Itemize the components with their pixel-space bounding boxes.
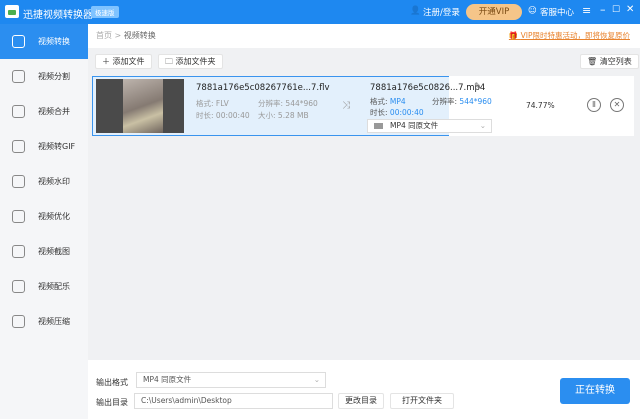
chevron-down-icon: ⌄	[479, 121, 486, 130]
add-file-label: 添加文件	[112, 57, 145, 66]
pause-button[interactable]: Ⅱ	[587, 98, 601, 112]
user-icon: 👤	[410, 6, 421, 16]
watermark-icon	[12, 175, 25, 188]
size-value: 5.28 MB	[277, 111, 309, 120]
edition-badge: 极速版	[91, 6, 119, 18]
output-duration: 时长: 00:00:40	[370, 107, 424, 118]
format-label: 格式:	[370, 97, 388, 106]
sidebar-item-merge[interactable]: 视频合并	[0, 94, 88, 129]
format-value: FLV	[215, 99, 229, 108]
close-icon[interactable]: ✕	[626, 4, 634, 15]
sidebar-label: 视频转换	[38, 37, 70, 46]
chat-icon: ☺	[528, 6, 537, 16]
add-folder-button[interactable]: 🗀 添加文件夹	[158, 54, 223, 69]
duration-value: 00:00:40	[215, 111, 250, 120]
output-format: 格式: MP4	[370, 96, 406, 107]
minimize-icon[interactable]: –	[600, 3, 606, 16]
clear-list-label: 清空列表	[599, 57, 632, 66]
sidebar-item-compress[interactable]: 视频压缩	[0, 304, 88, 339]
format-label: 格式:	[196, 99, 214, 108]
sidebar-item-music[interactable]: 视频配乐	[0, 269, 88, 304]
output-dir-input[interactable]: C:\Users\admin\Desktop	[134, 393, 333, 409]
promo-text: VIP限时特惠活动，即将恢复原价	[520, 31, 630, 40]
promo-link[interactable]: 🎁 VIP限时特惠活动，即将恢复原价	[509, 30, 630, 41]
duration-label: 时长:	[196, 111, 214, 120]
gif-icon	[12, 140, 25, 153]
app-title: 迅捷视频转换器	[23, 10, 93, 21]
resolution-label: 分辨率:	[432, 97, 458, 106]
format-select-value: MP4 同原文件	[143, 375, 192, 384]
service-link[interactable]: 客服中心	[540, 6, 574, 18]
sidebar-item-convert[interactable]: 视频转换	[0, 24, 88, 59]
sidebar-item-watermark[interactable]: 视频水印	[0, 164, 88, 199]
resolution-value: 544*960	[285, 99, 318, 108]
open-folder-button[interactable]: 打开文件夹	[390, 393, 454, 409]
video-icon	[374, 123, 383, 129]
chevron-down-icon: ⌄	[313, 375, 320, 384]
source-duration: 时长: 00:00:40	[196, 110, 250, 121]
duration-value: 00:00:40	[389, 108, 424, 117]
add-folder-label: 添加文件夹	[175, 57, 216, 66]
duration-label: 时长:	[370, 108, 388, 117]
login-link[interactable]: 注册/登录	[423, 6, 460, 18]
compress-icon	[12, 315, 25, 328]
format-label: 输出格式	[96, 378, 128, 387]
maximize-icon[interactable]: □	[612, 4, 620, 14]
sidebar-label: 视频合并	[38, 107, 70, 116]
resolution-value: 544*960	[459, 97, 492, 106]
sidebar-label: 视频压缩	[38, 317, 70, 326]
breadcrumb-current: 视频转换	[123, 31, 156, 40]
shuffle-icon: ⤨	[342, 100, 350, 111]
resolution-label: 分辨率:	[258, 99, 284, 108]
sidebar-item-optimize[interactable]: 视频优化	[0, 199, 88, 234]
video-thumbnail	[96, 79, 184, 133]
sidebar-label: 视频转GIF	[38, 142, 76, 151]
source-size: 大小: 5.28 MB	[258, 110, 309, 121]
source-file-name: 7881a176e5c08267761e...7.flv	[196, 83, 330, 93]
format-value: MP4	[389, 97, 406, 106]
vip-label: 开通VIP	[478, 7, 510, 17]
remove-button[interactable]: ✕	[610, 98, 624, 112]
merge-icon	[12, 105, 25, 118]
size-label: 大小:	[258, 111, 276, 120]
convert-icon	[12, 35, 25, 48]
output-file-name: 7881a176e5c0826...7.mp4	[370, 83, 486, 93]
convert-button[interactable]: 正在转换	[560, 378, 630, 404]
screenshot-icon	[12, 245, 25, 258]
sidebar: 视频转换 视频分割 视频合并 视频转GIF 视频水印 视频优化 视频截图 视频配…	[0, 24, 88, 419]
split-icon	[12, 70, 25, 83]
breadcrumb-home[interactable]: 首页	[96, 31, 112, 40]
optimize-icon	[12, 210, 25, 223]
preset-value: MP4 同原文件	[390, 121, 439, 130]
title-bar: 迅捷视频转换器 极速版 👤 注册/登录 开通VIP ☺ 客服中心 ≡ – □ ✕	[0, 0, 640, 24]
clear-list-button[interactable]: 🗑 清空列表	[580, 54, 639, 69]
output-preset-select[interactable]: MP4 同原文件 ⌄	[367, 119, 492, 133]
sidebar-label: 视频优化	[38, 212, 70, 221]
file-item[interactable]: 7881a176e5c08267761e...7.flv 格式: FLV 分辨率…	[92, 76, 634, 136]
dir-label: 输出目录	[96, 398, 128, 407]
vip-button[interactable]: 开通VIP	[466, 4, 522, 20]
sidebar-label: 视频分割	[38, 72, 70, 81]
sidebar-label: 视频截图	[38, 247, 70, 256]
app-logo-icon	[5, 5, 19, 18]
source-format: 格式: FLV	[196, 98, 229, 109]
add-file-button[interactable]: ＋ 添加文件	[95, 54, 152, 69]
sidebar-item-gif[interactable]: 视频转GIF	[0, 129, 88, 164]
menu-icon[interactable]: ≡	[582, 4, 591, 17]
change-dir-button[interactable]: 更改目录	[338, 393, 384, 409]
edit-name-icon[interactable]: ✎	[474, 82, 482, 92]
sidebar-item-screenshot[interactable]: 视频截图	[0, 234, 88, 269]
sidebar-label: 视频水印	[38, 177, 70, 186]
output-resolution: 分辨率: 544*960	[432, 96, 492, 107]
progress-percent: 74.77%	[526, 101, 555, 110]
sidebar-item-split[interactable]: 视频分割	[0, 59, 88, 94]
music-icon	[12, 280, 25, 293]
sidebar-label: 视频配乐	[38, 282, 70, 291]
breadcrumb-sep: >	[114, 31, 122, 40]
output-format-select[interactable]: MP4 同原文件 ⌄	[136, 372, 326, 388]
breadcrumb: 首页 > 视频转换	[96, 30, 156, 41]
source-resolution: 分辨率: 544*960	[258, 98, 318, 109]
